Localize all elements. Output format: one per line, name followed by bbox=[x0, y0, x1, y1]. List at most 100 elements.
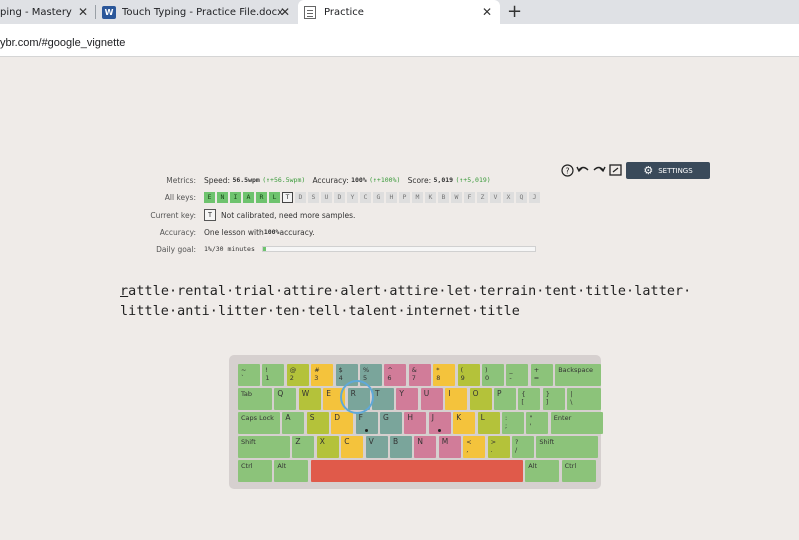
key-shift[interactable]: Shift bbox=[238, 436, 290, 458]
key-q[interactable]: Q bbox=[274, 388, 297, 410]
score-value: 5,019 bbox=[433, 176, 454, 184]
key-z[interactable]: Z bbox=[292, 436, 315, 458]
key-symbol[interactable]: :; bbox=[502, 412, 524, 434]
key-chip: D bbox=[334, 191, 345, 203]
key-symbol[interactable]: @2 bbox=[286, 364, 309, 386]
mouse-cursor-highlight bbox=[340, 380, 374, 414]
key-chip: I bbox=[230, 191, 241, 203]
key-label: V bbox=[368, 437, 374, 446]
help-icon[interactable]: ? bbox=[560, 163, 574, 177]
key-capslock[interactable]: Caps Lock bbox=[238, 412, 280, 434]
key-symbol[interactable]: {[ bbox=[518, 388, 541, 410]
key-b[interactable]: B bbox=[390, 436, 412, 458]
score-delta: (↑+5,019) bbox=[455, 176, 491, 184]
key-symbol[interactable]: (9 bbox=[457, 364, 480, 386]
speed-delta: (↑+56.5wpm) bbox=[262, 176, 306, 184]
text-line-1-rest: attle·rental·trial·attire·alert·attire·l… bbox=[128, 284, 692, 299]
key-a[interactable]: A bbox=[282, 412, 305, 434]
key-k[interactable]: K bbox=[453, 412, 476, 434]
key-label: Z bbox=[295, 437, 301, 446]
key-symbol[interactable]: * 8 bbox=[433, 364, 456, 386]
key-sublabel: ` bbox=[241, 374, 245, 382]
address-bar[interactable]: ybr.com/#google_vignette bbox=[0, 24, 799, 57]
key-label: Alt bbox=[528, 462, 537, 470]
key-v[interactable]: V bbox=[365, 436, 388, 458]
key-sublabel: / bbox=[515, 446, 518, 454]
undo-icon[interactable] bbox=[576, 163, 590, 177]
key-c[interactable]: C bbox=[341, 436, 364, 458]
key-w[interactable]: W bbox=[298, 388, 321, 410]
key-space[interactable] bbox=[310, 460, 523, 482]
key-p[interactable]: P bbox=[494, 388, 516, 410]
key-symbol[interactable]: " ' bbox=[526, 412, 549, 434]
settings-button[interactable]: ⚙ SETTINGS bbox=[626, 162, 710, 179]
key-d[interactable]: D bbox=[331, 412, 354, 434]
tab-close-icon[interactable]: ✕ bbox=[78, 5, 88, 19]
new-tab-icon[interactable]: + bbox=[507, 1, 522, 22]
metrics-row: Metrics: Speed: 56.5wpm (↑+56.5wpm) Accu… bbox=[140, 173, 560, 187]
key-symbol[interactable]: ! 1 bbox=[262, 364, 285, 386]
key-n[interactable]: N bbox=[414, 436, 437, 458]
key-tab[interactable]: Tab bbox=[238, 388, 272, 410]
key-l[interactable]: L bbox=[477, 412, 500, 434]
key-enter[interactable]: Enter bbox=[550, 412, 603, 434]
key-label: Ctrl bbox=[241, 462, 253, 470]
key-symbol[interactable]: <, bbox=[463, 436, 486, 458]
practice-text-line-1[interactable]: rattle·rental·trial·attire·alert·attire·… bbox=[120, 284, 691, 299]
key-symbol[interactable]: + = bbox=[530, 364, 553, 386]
key-m[interactable]: M bbox=[438, 436, 461, 458]
key-h[interactable]: H bbox=[404, 412, 427, 434]
key-symbol[interactable]: ) 0 bbox=[482, 364, 504, 386]
key-symbol[interactable]: & 7 bbox=[408, 364, 431, 386]
fullscreen-icon[interactable] bbox=[608, 163, 622, 177]
key-label: ( bbox=[460, 366, 464, 374]
key-symbol[interactable]: ? / bbox=[512, 436, 534, 458]
redo-icon[interactable] bbox=[592, 163, 606, 177]
key-label: Y bbox=[399, 389, 404, 398]
current-key-row: Current key: T Not calibrated, need more… bbox=[140, 208, 560, 222]
key-chip: M bbox=[412, 191, 423, 203]
key-symbol[interactable]: ~ ` bbox=[238, 364, 260, 386]
key-symbol[interactable]: }] bbox=[542, 388, 565, 410]
tab-practice[interactable]: Practice bbox=[298, 0, 500, 24]
key-y[interactable]: Y bbox=[396, 388, 419, 410]
key-symbol[interactable]: | \ bbox=[567, 388, 602, 410]
key-sublabel: ] bbox=[545, 398, 549, 406]
key-backspace[interactable]: Backspace bbox=[555, 364, 602, 386]
tab-close-icon[interactable]: ✕ bbox=[280, 5, 290, 19]
tab-touch-typing-docx[interactable]: W Touch Typing - Practice File.docx bbox=[102, 0, 297, 24]
key-s[interactable]: S bbox=[306, 412, 329, 434]
key-sublabel: ' bbox=[529, 422, 532, 430]
key-x[interactable]: X bbox=[316, 436, 339, 458]
key-symbol[interactable]: ^ 6 bbox=[384, 364, 407, 386]
key-f[interactable]: F bbox=[355, 412, 378, 434]
key-alt[interactable]: Alt bbox=[525, 460, 560, 482]
key-shift[interactable]: Shift bbox=[536, 436, 599, 458]
key-symbol[interactable]: #3 bbox=[311, 364, 334, 386]
practice-text-line-2[interactable]: little·anti·litter·ten·tell·talent·inter… bbox=[120, 304, 520, 319]
home-key-bump bbox=[438, 429, 442, 432]
key-chip: G bbox=[373, 191, 384, 203]
key-label: > bbox=[490, 438, 497, 446]
accuracy-label: Accuracy: bbox=[312, 175, 349, 185]
key-ctrl[interactable]: Ctrl bbox=[561, 460, 596, 482]
key-chip: Q bbox=[516, 191, 527, 203]
key-alt[interactable]: Alt bbox=[274, 460, 309, 482]
key-u[interactable]: U bbox=[420, 388, 443, 410]
key-symbol[interactable]: >. bbox=[487, 436, 510, 458]
key-i[interactable]: I bbox=[445, 388, 468, 410]
key-t[interactable]: T bbox=[372, 388, 394, 410]
key-chip: Y bbox=[347, 191, 358, 203]
key-g[interactable]: G bbox=[380, 412, 402, 434]
key-ctrl[interactable]: Ctrl bbox=[238, 460, 272, 482]
key-label: W bbox=[301, 389, 310, 398]
key-j[interactable]: J bbox=[428, 412, 451, 434]
key-chip: H bbox=[386, 191, 397, 203]
key-chip: T bbox=[282, 191, 293, 203]
key-symbol[interactable]: _ - bbox=[506, 364, 529, 386]
tab-close-icon[interactable]: ✕ bbox=[482, 5, 492, 19]
url-text[interactable]: ybr.com/#google_vignette bbox=[0, 37, 125, 49]
key-label: H bbox=[407, 413, 414, 422]
key-o[interactable]: O bbox=[469, 388, 492, 410]
accuracy2-value: 100% bbox=[263, 228, 280, 236]
